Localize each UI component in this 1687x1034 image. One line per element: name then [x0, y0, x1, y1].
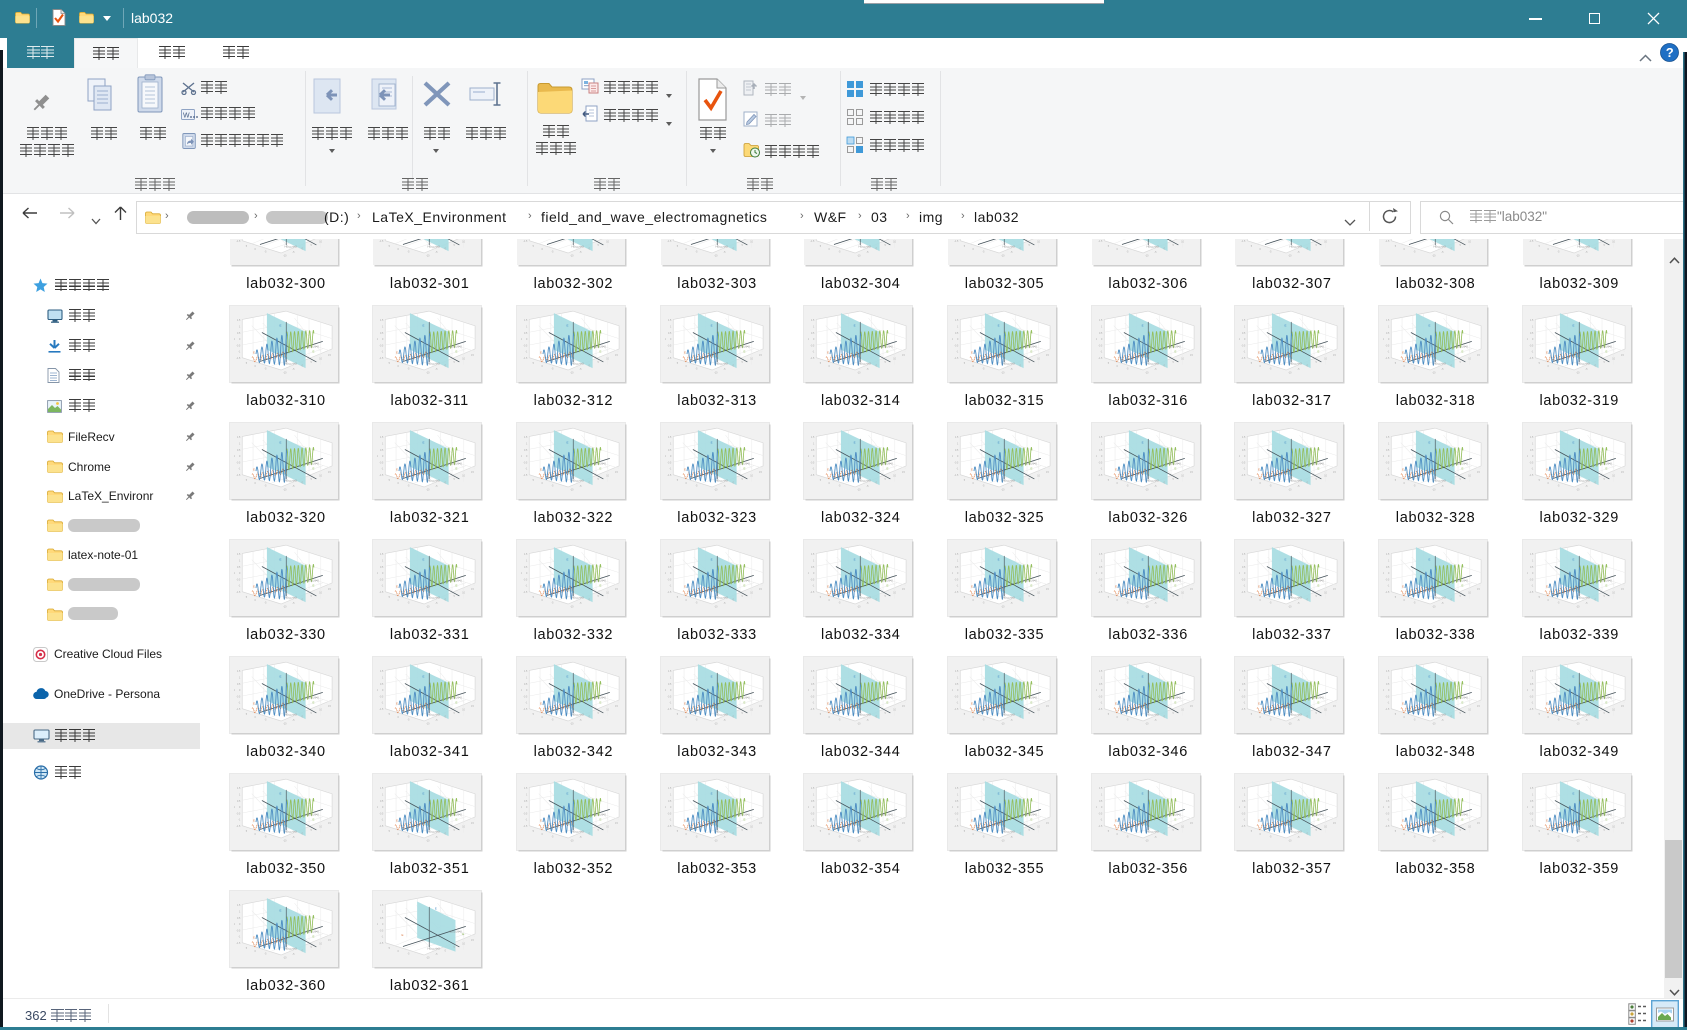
svg-text:W: W: [183, 113, 190, 120]
svg-text:?: ?: [1666, 45, 1674, 60]
